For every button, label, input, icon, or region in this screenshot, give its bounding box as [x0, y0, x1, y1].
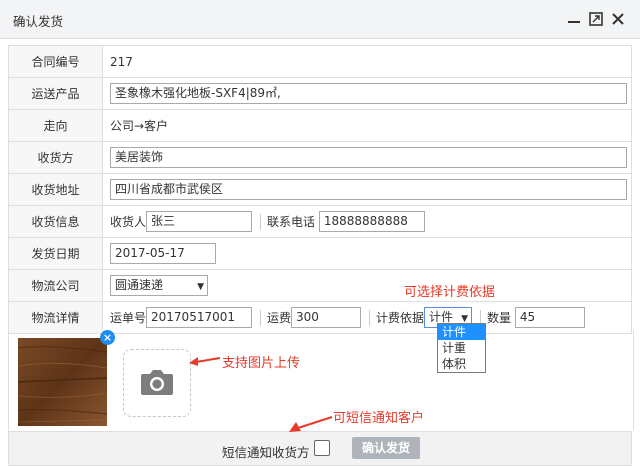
shipment-form: 合同编号 217 运送产品 圣象橡木强化地板-SXF4|89㎡, 走向 公司→客…	[8, 45, 632, 334]
uploaded-photo-thumbnail[interactable]	[18, 338, 107, 426]
consignee-name-label: 收货人	[110, 215, 147, 229]
arrow-icon	[289, 416, 333, 432]
recipient-input[interactable]: 美居装饰	[110, 147, 627, 168]
tracking-input[interactable]: 20170517001	[146, 307, 253, 328]
row-consignee-info: 收货信息 收货人 张三 联系电话 18888888888	[8, 205, 632, 238]
direction-label: 走向	[8, 109, 103, 142]
recipient-label: 收货方	[8, 141, 103, 174]
product-input[interactable]: 圣象橡木强化地板-SXF4|89㎡,	[110, 83, 627, 104]
phone-label: 联系电话	[267, 215, 316, 229]
basis-option[interactable]: 计件	[438, 324, 485, 340]
row-logistics-company: 物流公司 圆通速递 ▼	[8, 269, 632, 302]
basis-dropdown-list: 计件 计重 体积	[437, 323, 486, 373]
qty-label: 数量	[487, 311, 512, 325]
basis-annotation: 可选择计费依据	[404, 285, 496, 300]
logistics-company-selected: 圆通速递	[115, 278, 164, 292]
close-icon[interactable]	[609, 10, 627, 28]
divider	[369, 309, 371, 326]
address-label: 收货地址	[8, 173, 103, 206]
ship-date-input[interactable]: 2017-05-17	[110, 243, 216, 264]
sms-notify-checkbox[interactable]	[314, 440, 330, 456]
fee-label: 运费	[267, 311, 292, 325]
sms-notify-label: 短信通知收货方	[222, 445, 310, 460]
row-logistics-detail: 物流详情 运单号 20170517001 运费 300 计费依据 计件 ▼ 数量 45	[8, 301, 632, 334]
row-ship-date: 发货日期 2017-05-17	[8, 237, 632, 270]
phone-input[interactable]: 18888888888	[318, 211, 425, 232]
product-label: 运送产品	[8, 77, 103, 110]
confirm-shipment-button[interactable]: 确认发货	[352, 437, 420, 459]
title-bar: 确认发货	[0, 0, 640, 39]
logistics-detail-label: 物流详情	[8, 301, 103, 334]
divider	[260, 213, 262, 230]
row-product: 运送产品 圣象橡木强化地板-SXF4|89㎡,	[8, 77, 632, 110]
arrow-icon	[189, 357, 221, 366]
divider	[260, 309, 262, 326]
row-direction: 走向 公司→客户	[8, 109, 632, 142]
window-title: 确认发货	[13, 14, 64, 29]
basis-selected: 计件	[429, 310, 454, 324]
direction-value: 公司→客户	[102, 109, 632, 142]
qty-input[interactable]: 45	[514, 307, 585, 328]
contract-no-label: 合同编号	[8, 45, 103, 78]
maximize-icon[interactable]	[587, 10, 605, 28]
ship-date-label: 发货日期	[8, 237, 103, 270]
tracking-label: 运单号	[110, 311, 147, 325]
dialog-footer: 短信通知收货方 确认发货	[8, 431, 632, 466]
basis-option[interactable]: 体积	[438, 356, 485, 372]
row-recipient: 收货方 美居装饰	[8, 141, 632, 174]
logistics-company-label: 物流公司	[8, 269, 103, 302]
contract-no-value: 217	[102, 45, 632, 78]
minimize-icon[interactable]	[565, 10, 583, 28]
upload-annotation: 支持图片上传	[222, 356, 301, 371]
address-input[interactable]: 四川省成都市武侯区	[110, 179, 627, 200]
consignee-name-input[interactable]: 张三	[146, 211, 253, 232]
logistics-company-select[interactable]: 圆通速递 ▼	[110, 275, 208, 296]
basis-label: 计费依据	[376, 311, 425, 325]
chevron-down-icon: ▼	[197, 282, 204, 292]
remove-photo-icon[interactable]: ×	[100, 330, 115, 345]
upload-photo-button[interactable]	[123, 349, 191, 417]
fee-input[interactable]: 300	[291, 307, 362, 328]
row-address: 收货地址 四川省成都市武侯区	[8, 173, 632, 206]
sms-annotation: 可短信通知客户	[333, 411, 425, 426]
consignee-info-label: 收货信息	[8, 205, 103, 238]
row-contract-no: 合同编号 217	[8, 45, 632, 78]
camera-icon	[141, 370, 173, 395]
basis-option[interactable]: 计重	[438, 340, 485, 356]
